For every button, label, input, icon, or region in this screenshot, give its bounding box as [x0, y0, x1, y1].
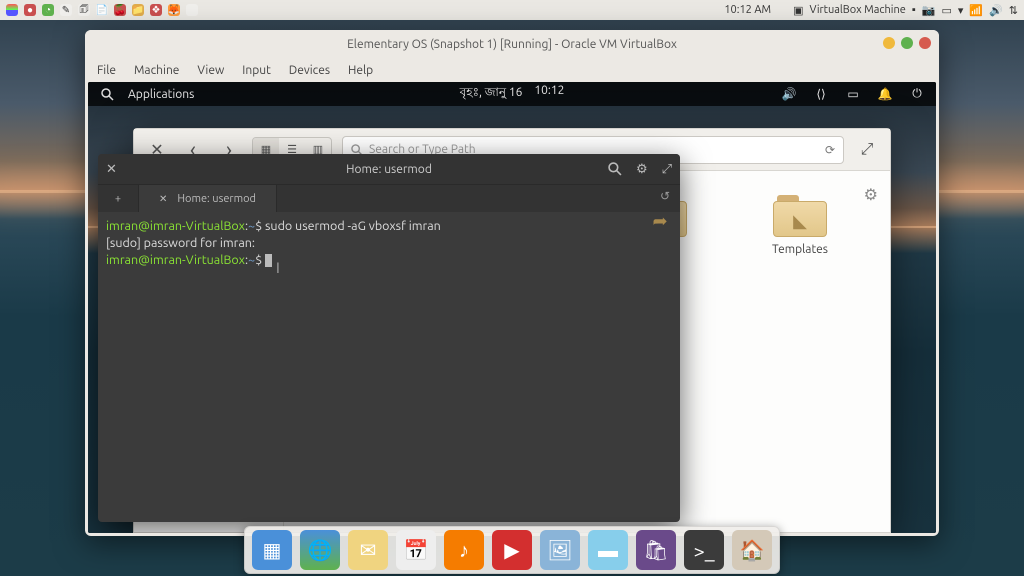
dock-switch[interactable]: ▬ — [588, 530, 628, 570]
gear-icon[interactable]: ⚙ — [636, 162, 648, 177]
host-dock: ▦ 🌐 ✉ 📅 ♪ ▶ 🖼 ▬ 🛍 >_ 🏠 — [244, 526, 780, 574]
tray-icon[interactable]: ❖ — [150, 4, 162, 16]
tray-icon[interactable]: ● — [24, 4, 36, 16]
bell-icon[interactable]: 🔔 — [878, 87, 892, 101]
dock-mail[interactable]: ✉ — [348, 530, 388, 570]
template-icon: ◣ — [793, 211, 807, 232]
dock-photos[interactable]: 🖼 — [540, 530, 580, 570]
wifi-icon[interactable]: 📶 — [969, 4, 983, 17]
wingpanel: Applications বৃহঃ, জানু 16 10:12 🔊 ⟨⟩ ▭ … — [88, 82, 936, 106]
power-icon[interactable]: ⏻ — [910, 87, 924, 101]
vb-titlebar[interactable]: Elementary OS (Snapshot 1) [Running] - O… — [85, 30, 939, 58]
menu-devices[interactable]: Devices — [289, 64, 330, 77]
new-tab-button[interactable]: + — [98, 185, 139, 212]
close-button[interactable]: ✕ — [106, 162, 117, 177]
cursor — [265, 254, 272, 267]
host-clock[interactable]: 10:12 AM — [724, 4, 771, 16]
folder-templates[interactable]: ◣ Templates — [760, 191, 840, 512]
menu-input[interactable]: Input — [242, 64, 271, 77]
power-menu-icon[interactable]: ⇅ — [1009, 4, 1018, 17]
search-icon[interactable] — [100, 87, 114, 101]
display-icon[interactable]: ⟨⟩ — [814, 87, 828, 101]
fullscreen-icon[interactable]: ⤢ — [662, 162, 672, 177]
network-icon[interactable]: ▾ — [958, 4, 964, 17]
dock-workspaces[interactable]: ▦ — [252, 530, 292, 570]
menu-help[interactable]: Help — [348, 64, 373, 77]
tray-icon[interactable]: ◔ — [42, 4, 54, 16]
dock-terminal[interactable]: >_ — [684, 530, 724, 570]
menu-machine[interactable]: Machine — [134, 64, 179, 77]
tray-icon[interactable]: ✎ — [60, 4, 72, 16]
tray-icon[interactable] — [186, 4, 198, 16]
terminal-tabbar: + ✕ Home: usermod ↺ — [98, 184, 680, 212]
dock-web[interactable]: 🌐 — [300, 530, 340, 570]
terminal-window: ✕ Home: usermod ⚙ ⤢ + ✕ Home: usermod ↺ … — [98, 154, 680, 522]
dock-files[interactable]: 🏠 — [732, 530, 772, 570]
dock-video[interactable]: ▶ — [492, 530, 532, 570]
dock-store[interactable]: 🛍 — [636, 530, 676, 570]
tab-label: Home: usermod — [177, 193, 256, 205]
menu-file[interactable]: File — [97, 64, 116, 77]
terminal-tab[interactable]: ✕ Home: usermod — [139, 185, 277, 212]
volume-icon[interactable]: 🔊 — [989, 4, 1003, 17]
text-cursor-icon: I — [276, 258, 280, 278]
reload-icon[interactable]: ⟳ — [825, 143, 835, 157]
vm-indicator-label[interactable]: VirtualBox Machine — [809, 4, 905, 16]
panel-time[interactable]: 10:12 — [534, 84, 564, 104]
camera2-icon[interactable]: 📷 — [922, 4, 936, 17]
dock-music[interactable]: ♪ — [444, 530, 484, 570]
tab-close-icon[interactable]: ✕ — [159, 193, 167, 205]
dock-calendar[interactable]: 📅 — [396, 530, 436, 570]
tray-icon[interactable]: 📄 — [96, 4, 108, 16]
applications-button[interactable]: Applications — [128, 88, 194, 101]
history-icon[interactable]: ↺ — [660, 189, 670, 203]
vb-title: Elementary OS (Snapshot 1) [Running] - O… — [347, 38, 677, 51]
terminal-title: Home: usermod — [346, 163, 432, 176]
virtualbox-window: Elementary OS (Snapshot 1) [Running] - O… — [85, 30, 939, 536]
sudo-prompt: [sudo] password for imran: — [106, 236, 258, 250]
tray-icon[interactable]: 🗊 — [78, 4, 90, 16]
vb-menubar: File Machine View Input Devices Help — [85, 58, 939, 82]
vm-icon: ▣ — [793, 4, 803, 17]
expand-icon[interactable]: ⤢ — [854, 137, 880, 163]
menu-view[interactable]: View — [197, 64, 224, 77]
guest-screen: Applications বৃহঃ, জানু 16 10:12 🔊 ⟨⟩ ▭ … — [88, 82, 936, 533]
terminal-body[interactable]: imran@imran-VirtualBox:~$ sudo usermod -… — [98, 212, 680, 522]
share-icon: ➦ — [652, 211, 667, 232]
panel-date[interactable]: বৃহঃ, জানু 16 — [460, 84, 523, 104]
gear-icon[interactable]: ⚙ — [864, 185, 878, 204]
command-text: sudo usermod -aG vboxsf imran — [265, 219, 441, 233]
firefox-icon[interactable]: 🦊 — [168, 4, 180, 16]
display-icon[interactable]: ▭ — [941, 4, 951, 17]
camera-icon[interactable]: ▪ — [912, 4, 916, 16]
apps-icon[interactable] — [6, 4, 18, 16]
maximize-button[interactable] — [901, 37, 913, 49]
tray-icon[interactable]: 🍒 — [114, 4, 126, 16]
volume-icon[interactable]: 🔊 — [782, 87, 796, 101]
search-icon[interactable] — [608, 162, 622, 177]
folder-label: Templates — [772, 243, 828, 256]
tray-icon[interactable]: 📁 — [132, 4, 144, 16]
minimize-button[interactable] — [883, 37, 895, 49]
host-top-panel: ● ◔ ✎ 🗊 📄 🍒 📁 ❖ 🦊 10:12 AM ▣ VirtualBox … — [0, 0, 1024, 20]
close-button[interactable] — [919, 37, 931, 49]
battery-icon[interactable]: ▭ — [846, 87, 860, 101]
terminal-titlebar[interactable]: ✕ Home: usermod ⚙ ⤢ — [98, 154, 680, 184]
